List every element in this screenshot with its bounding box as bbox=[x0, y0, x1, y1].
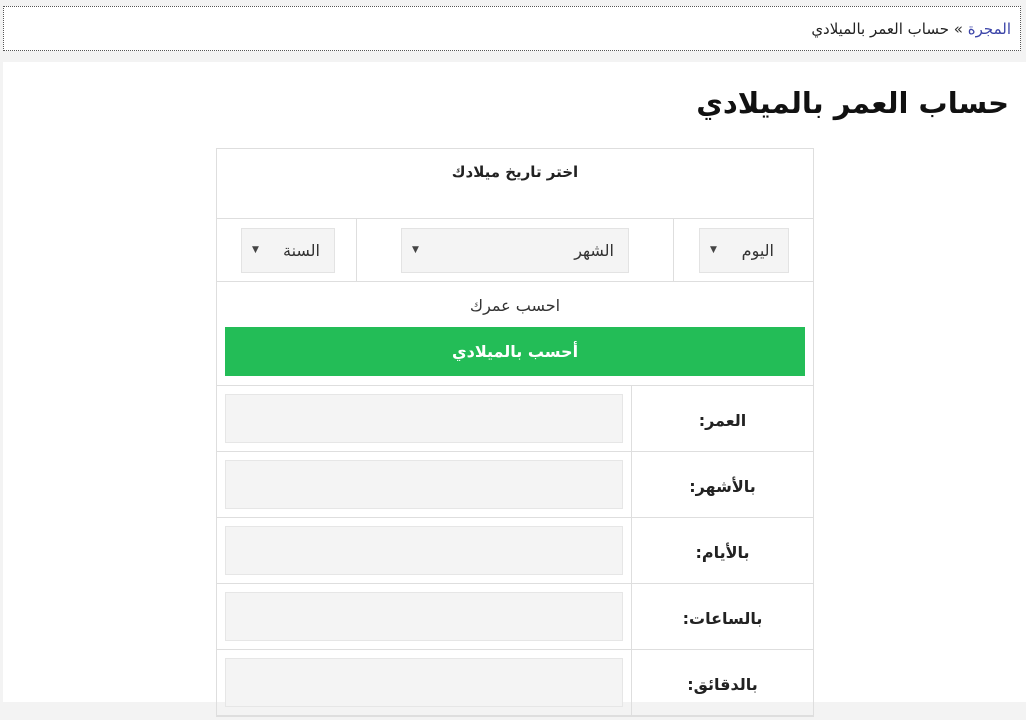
day-select-value: اليوم bbox=[741, 241, 774, 260]
day-cell: اليوم ▼ bbox=[675, 219, 813, 281]
calculate-prompt: احسب عمرك bbox=[469, 296, 561, 315]
page-title: حساب العمر بالميلادي bbox=[696, 86, 1009, 120]
result-label: بالساعات: bbox=[631, 584, 813, 649]
month-select[interactable]: الشهر ▼ bbox=[401, 228, 629, 273]
result-row-days: بالأيام: bbox=[217, 518, 813, 584]
result-label: العمر: bbox=[631, 386, 813, 451]
result-row-minutes: بالدقائق: bbox=[217, 650, 813, 716]
calculator-header: اختر تاريخ ميلادك bbox=[217, 149, 813, 219]
result-row-age: العمر: bbox=[217, 386, 813, 452]
result-hours-field[interactable] bbox=[225, 592, 623, 641]
calculate-section: احسب عمرك أحسب بالميلادي bbox=[217, 282, 813, 386]
month-cell: الشهر ▼ bbox=[356, 219, 674, 281]
birthdate-selects: اليوم ▼ الشهر ▼ السنة ▼ bbox=[217, 219, 813, 282]
age-calculator: اختر تاريخ ميلادك اليوم ▼ الشهر ▼ السنة … bbox=[216, 148, 814, 717]
result-label: بالأيام: bbox=[631, 518, 813, 583]
result-row-hours: بالساعات: bbox=[217, 584, 813, 650]
result-months-field[interactable] bbox=[225, 460, 623, 509]
month-select-value: الشهر bbox=[574, 241, 614, 260]
breadcrumb-current: حساب العمر بالميلادي bbox=[811, 20, 950, 38]
calculate-button[interactable]: أحسب بالميلادي bbox=[225, 327, 805, 376]
breadcrumb: المجرة » حساب العمر بالميلادي bbox=[3, 6, 1021, 51]
result-days-field[interactable] bbox=[225, 526, 623, 575]
result-age-field[interactable] bbox=[225, 394, 623, 443]
year-select-value: السنة bbox=[283, 241, 320, 260]
chevron-down-icon: ▼ bbox=[710, 245, 717, 255]
year-select[interactable]: السنة ▼ bbox=[241, 228, 335, 273]
chevron-down-icon: ▼ bbox=[412, 245, 419, 255]
breadcrumb-home-link[interactable]: المجرة bbox=[968, 20, 1011, 38]
result-label: بالدقائق: bbox=[631, 650, 813, 715]
main-content: حساب العمر بالميلادي اختر تاريخ ميلادك ا… bbox=[3, 62, 1026, 717]
result-row-months: بالأشهر: bbox=[217, 452, 813, 518]
result-label: بالأشهر: bbox=[631, 452, 813, 517]
chevron-down-icon: ▼ bbox=[252, 245, 259, 255]
result-minutes-field[interactable] bbox=[225, 658, 623, 707]
day-select[interactable]: اليوم ▼ bbox=[699, 228, 789, 273]
breadcrumb-separator: » bbox=[953, 20, 963, 38]
year-cell: السنة ▼ bbox=[217, 219, 358, 281]
